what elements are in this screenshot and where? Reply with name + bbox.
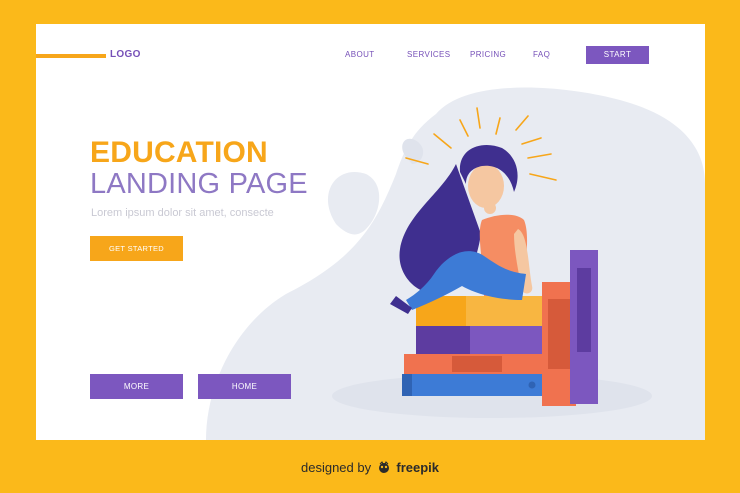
credit-prefix: designed by — [300, 460, 372, 475]
freepik-logo-icon — [378, 461, 389, 473]
get-started-button[interactable]: GET STARTED — [90, 236, 183, 261]
logo-bar — [36, 54, 106, 58]
nav-about[interactable]: ABOUT — [345, 50, 375, 59]
nav-faq[interactable]: FAQ — [533, 50, 550, 59]
hero-subtitle: LANDING PAGE — [90, 168, 308, 200]
start-button[interactable]: START — [586, 46, 649, 64]
logo[interactable]: LOGO — [110, 49, 141, 60]
designer-credit: designed by freepik — [0, 460, 740, 475]
hero-description: Lorem ipsum dolor sit amet, consecte — [91, 207, 274, 219]
hero-title: EDUCATION — [90, 136, 268, 169]
more-button[interactable]: MORE — [90, 374, 183, 399]
landing-card: LOGO ABOUT SERVICES PRICING FAQ START ED… — [36, 24, 705, 440]
home-button[interactable]: HOME — [198, 374, 291, 399]
credit-brand[interactable]: freepik — [396, 460, 439, 475]
nav-services[interactable]: SERVICES — [407, 50, 451, 59]
nav-pricing[interactable]: PRICING — [470, 50, 506, 59]
